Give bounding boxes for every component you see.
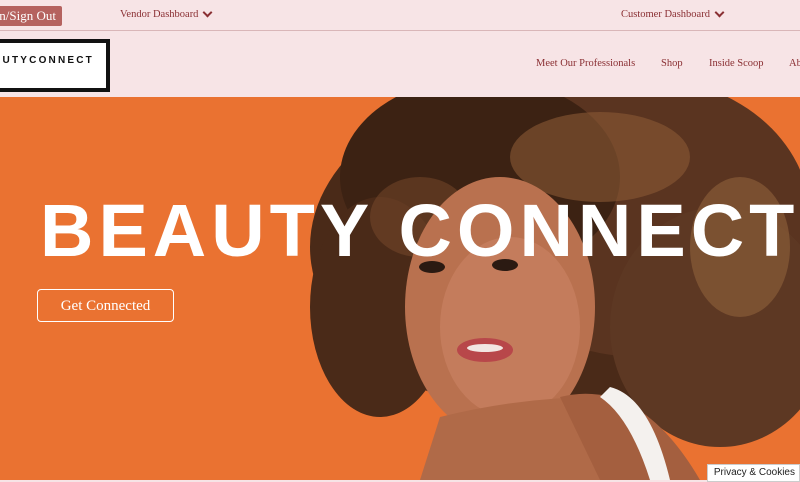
hero-section: BEAUTY CONNECT Get Connected bbox=[0, 97, 800, 480]
customer-dashboard-label: Customer Dashboard bbox=[621, 9, 710, 20]
vendor-dashboard-menu[interactable]: Vendor Dashboard bbox=[120, 7, 213, 20]
chevron-down-icon bbox=[714, 7, 725, 18]
chevron-down-icon bbox=[202, 7, 213, 18]
logo-text: UTYCONNECT bbox=[2, 55, 94, 66]
vendor-dashboard-label: Vendor Dashboard bbox=[120, 9, 199, 20]
privacy-cookies-button[interactable]: Privacy & Cookies bbox=[706, 464, 800, 482]
site-header: UTYCONNECT Meet Our Professionals Shop I… bbox=[0, 31, 800, 97]
customer-dashboard-menu[interactable]: Customer Dashboard bbox=[621, 7, 725, 20]
hero-title: BEAUTY CONNECT bbox=[40, 189, 800, 272]
top-utility-bar: n/Sign Out Vendor Dashboard Customer Das… bbox=[0, 0, 800, 31]
site-logo[interactable]: UTYCONNECT bbox=[0, 39, 110, 92]
nav-meet-our-professionals[interactable]: Meet Our Professionals bbox=[536, 58, 635, 69]
nav-inside-scoop[interactable]: Inside Scoop bbox=[709, 58, 764, 69]
sign-out-button[interactable]: n/Sign Out bbox=[0, 6, 62, 26]
nav-shop[interactable]: Shop bbox=[661, 58, 683, 69]
get-connected-button[interactable]: Get Connected bbox=[37, 289, 174, 322]
nav-about[interactable]: Ab bbox=[789, 58, 800, 69]
